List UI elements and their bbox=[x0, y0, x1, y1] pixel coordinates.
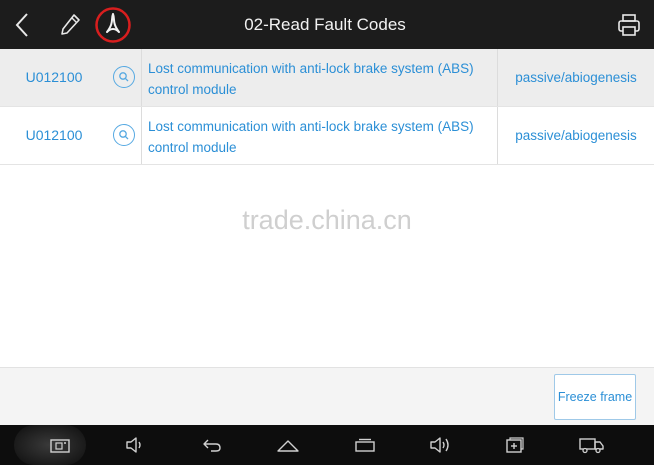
truck-icon bbox=[579, 438, 604, 454]
page-title: 02-Read Fault Codes bbox=[244, 15, 406, 34]
search-icon[interactable] bbox=[113, 124, 135, 146]
screenshot-button[interactable] bbox=[40, 425, 80, 465]
volume-down-icon bbox=[126, 437, 141, 453]
column-divider bbox=[141, 107, 142, 164]
truck-button[interactable] bbox=[572, 425, 612, 465]
recent-apps-button[interactable] bbox=[345, 425, 385, 465]
screenshot-icon bbox=[50, 439, 70, 453]
back-button[interactable] bbox=[6, 0, 38, 49]
fault-description: Lost communication with anti-lock brake … bbox=[148, 61, 474, 97]
freeze-frame-button[interactable]: Freeze frame bbox=[554, 374, 636, 420]
pencil-icon bbox=[61, 13, 80, 35]
fault-status: passive/abiogenesis bbox=[515, 70, 637, 85]
fault-status: passive/abiogenesis bbox=[515, 128, 637, 143]
system-nav-bar bbox=[0, 425, 654, 465]
table-row[interactable]: U012100 Lost communication with anti-loc… bbox=[0, 49, 654, 107]
table-row[interactable]: U012100 Lost communication with anti-loc… bbox=[0, 107, 654, 165]
volume-down-button[interactable] bbox=[115, 425, 155, 465]
column-divider bbox=[141, 49, 142, 106]
edit-button[interactable] bbox=[54, 0, 86, 49]
watermark: trade.china.cn bbox=[242, 205, 412, 235]
fault-code: U012100 bbox=[25, 69, 83, 85]
fault-code: U012100 bbox=[25, 127, 83, 143]
print-button[interactable] bbox=[612, 0, 646, 49]
back-nav-button[interactable] bbox=[192, 425, 232, 465]
back-arrow-icon bbox=[203, 439, 221, 452]
back-chevron-icon bbox=[15, 12, 28, 37]
volume-up-button[interactable] bbox=[420, 425, 460, 465]
home-button[interactable] bbox=[268, 425, 308, 465]
top-bar: 02-Read Fault Codes bbox=[0, 0, 654, 49]
fault-description: Lost communication with anti-lock brake … bbox=[148, 119, 474, 155]
pdf-icon bbox=[95, 6, 131, 43]
volume-up-icon bbox=[430, 437, 449, 453]
add-window-icon bbox=[506, 437, 524, 453]
recent-apps-icon bbox=[355, 438, 375, 452]
printer-icon bbox=[618, 13, 640, 36]
pdf-button[interactable] bbox=[93, 0, 133, 49]
search-icon[interactable] bbox=[113, 66, 135, 88]
home-icon bbox=[277, 440, 299, 452]
add-window-button[interactable] bbox=[495, 425, 535, 465]
footer-bar: Freeze frame bbox=[0, 367, 654, 425]
